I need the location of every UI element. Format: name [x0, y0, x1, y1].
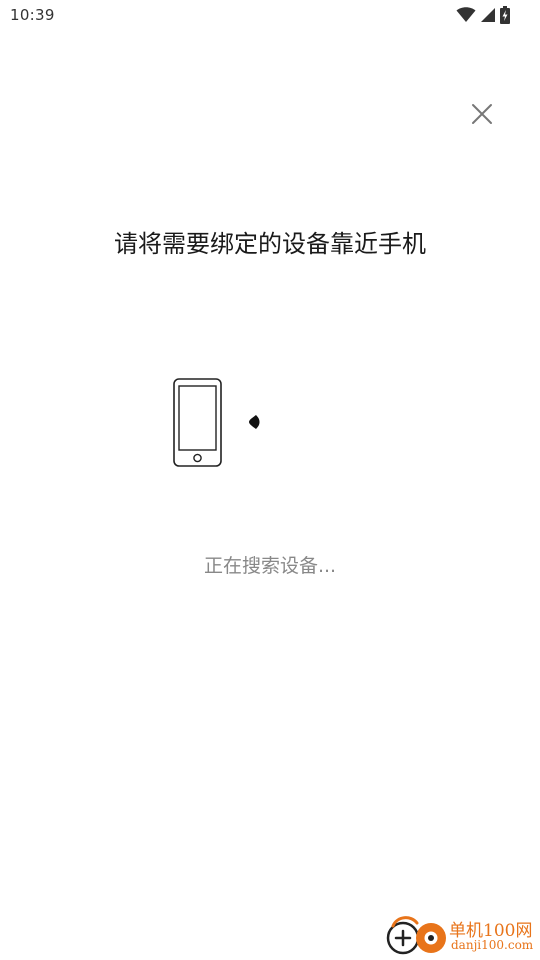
- watermark-logo-icon: [386, 916, 446, 955]
- watermark-domain: danji100.com: [451, 938, 534, 952]
- status-icons: [456, 6, 510, 24]
- wifi-icon: [456, 7, 476, 22]
- instruction-title: 请将需要绑定的设备靠近手机: [114, 230, 426, 258]
- signal-wave-icon: [249, 415, 260, 429]
- phone-icon: [173, 378, 222, 467]
- searching-status-text: 正在搜索设备...: [203, 555, 337, 577]
- device-binding-screen: 10:39 请将需要绑定的设备靠近手机 正在搜索设备... 单机100网 dan…: [0, 0, 540, 960]
- status-bar: 10:39: [0, 0, 540, 32]
- watermark: 单机100网 danji100.com: [385, 914, 540, 960]
- status-time: 10:39: [10, 6, 55, 24]
- battery-charging-icon: [500, 6, 510, 24]
- close-icon: [472, 104, 492, 124]
- close-button[interactable]: [462, 94, 502, 134]
- cellular-signal-icon: [481, 8, 495, 22]
